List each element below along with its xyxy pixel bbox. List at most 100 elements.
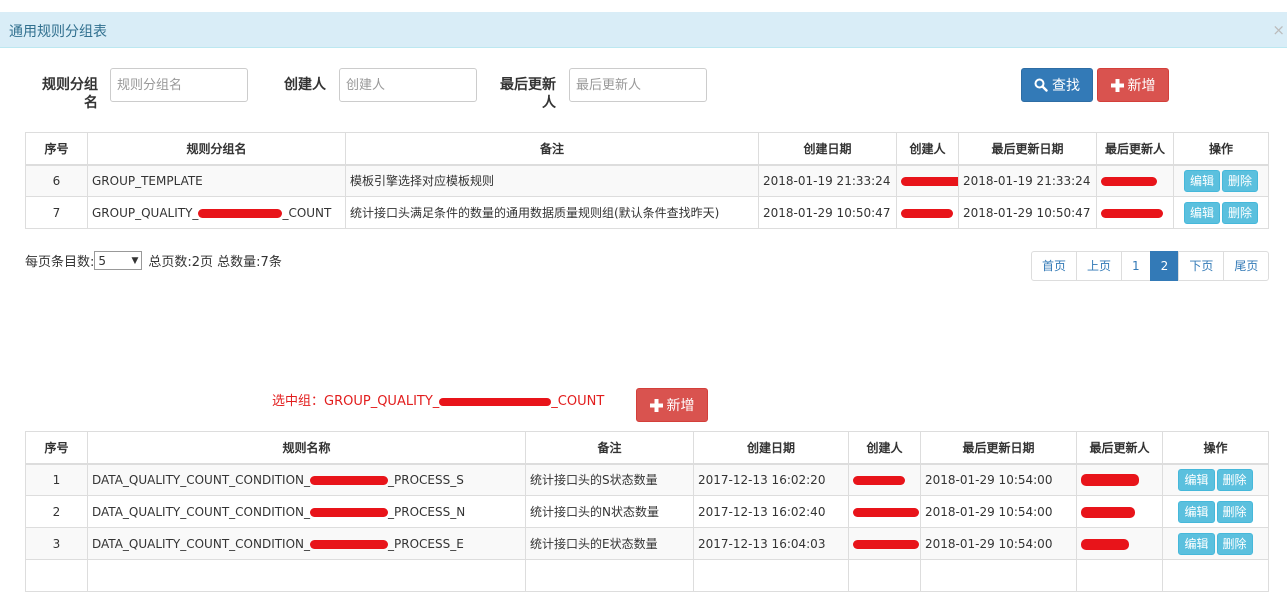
row-updated-date: 2018-01-19 21:33:24 <box>958 164 1097 197</box>
creator-input[interactable] <box>339 68 477 102</box>
redaction-mark <box>1081 474 1139 487</box>
row-creator <box>848 527 921 560</box>
page-1[interactable]: 1 <box>1121 251 1151 281</box>
row-creator <box>848 495 921 528</box>
row-creator <box>848 463 921 496</box>
delete-button[interactable]: 删除 <box>1216 468 1253 491</box>
row-updater <box>1096 196 1174 229</box>
row-created-date: 2017-12-13 16:02:40 <box>693 495 849 528</box>
panel-header: 通用规则分组表 × <box>0 12 1287 48</box>
page-last[interactable]: 尾页 <box>1223 251 1270 281</box>
plus-icon <box>1110 78 1124 92</box>
row-created-date: 2018-01-19 21:33:24 <box>758 164 897 197</box>
updater-label: 最后更新人 <box>500 77 556 111</box>
row-creator <box>896 196 959 229</box>
search-button-label: 查找 <box>1052 78 1080 94</box>
plus-icon <box>649 398 663 412</box>
col-index: 序号 <box>25 431 88 465</box>
col-rule-name: 规则名称 <box>87 431 526 465</box>
page-2[interactable]: 2 <box>1149 251 1180 281</box>
search-button[interactable]: 查找 <box>1021 68 1093 102</box>
search-icon <box>1034 78 1048 92</box>
redaction-mark <box>310 475 389 485</box>
redaction-mark <box>439 397 552 406</box>
delete-button[interactable]: 删除 <box>1216 532 1253 555</box>
rule-name-suffix: _PROCESS_N <box>388 504 466 519</box>
add-rule-button[interactable]: 新增 <box>636 388 708 422</box>
row-index: 2 <box>25 495 88 528</box>
edit-button[interactable]: 编辑 <box>1178 532 1215 555</box>
rule-name-prefix: DATA_QUALITY_COUNT_CONDITION_ <box>92 536 311 551</box>
col-creator: 创建人 <box>896 132 959 166</box>
updater-input[interactable] <box>569 68 707 102</box>
row-index: 1 <box>25 463 88 496</box>
group-table: 序号 规则分组名 备注 创建日期 创建人 最后更新日期 最后更新人 操作 6 G… <box>25 132 1269 229</box>
rule-table: 序号 规则名称 备注 创建日期 创建人 最后更新日期 最后更新人 操作 1 DA… <box>25 431 1269 592</box>
panel-title: 通用规则分组表 <box>9 24 107 40</box>
edit-button[interactable]: 编辑 <box>1183 169 1220 192</box>
rule-name-prefix: DATA_QUALITY_COUNT_CONDITION_ <box>92 472 311 487</box>
page-next[interactable]: 下页 <box>1178 251 1225 281</box>
row-actions: 编辑 删除 <box>1162 495 1269 528</box>
row-updated-date: 2018-01-29 10:50:47 <box>958 196 1097 229</box>
row-updater <box>1076 527 1163 560</box>
row-updated-date: 2018-01-29 10:54:00 <box>920 527 1077 560</box>
col-index: 序号 <box>25 132 88 166</box>
group-name-label: 规则分组名 <box>42 77 98 111</box>
table-row[interactable]: 7 GROUP_QUALITY_ _COUNT 统计接口头满足条件的数量的通用数据… <box>25 196 1269 229</box>
col-group-name: 规则分组名 <box>87 132 346 166</box>
rule-name-prefix: DATA_QUALITY_COUNT_CONDITION_ <box>92 504 311 519</box>
group-name-suffix: _COUNT <box>282 205 332 220</box>
row-actions: 编辑 删除 <box>1173 164 1269 197</box>
edit-button[interactable]: 编辑 <box>1183 201 1220 224</box>
redaction-mark <box>853 507 919 517</box>
group-name-input[interactable] <box>110 68 248 102</box>
delete-button[interactable]: 删除 <box>1216 500 1253 523</box>
col-updater: 最后更新人 <box>1076 431 1163 465</box>
row-created-date: 2017-12-13 16:02:20 <box>693 463 849 496</box>
redaction-mark <box>1081 538 1129 550</box>
table-row[interactable]: 6 GROUP_TEMPLATE 模板引擎选择对应模板规则 2018-01-19… <box>25 164 1269 197</box>
row-rule-name: DATA_QUALITY_COUNT_CONDITION_ _PROCESS_E <box>87 527 526 560</box>
redaction-mark <box>901 208 953 218</box>
row-remark: 统计接口头的S状态数量 <box>525 463 694 496</box>
per-page-label: 每页条目数: <box>25 255 95 270</box>
page-prev[interactable]: 上页 <box>1076 251 1123 281</box>
table-row[interactable]: 2 DATA_QUALITY_COUNT_CONDITION_ _PROCESS_… <box>25 495 1269 528</box>
selected-group-label: 选中组：GROUP_QUALITY_ _COUNT <box>272 390 604 409</box>
close-icon[interactable]: × <box>1272 21 1285 39</box>
page-first[interactable]: 首页 <box>1031 251 1078 281</box>
group-table-header: 序号 规则分组名 备注 创建日期 创建人 最后更新日期 最后更新人 操作 <box>25 132 1269 166</box>
row-remark: 统计接口头的E状态数量 <box>525 527 694 560</box>
col-actions: 操作 <box>1162 431 1269 465</box>
row-creator <box>896 164 959 197</box>
delete-button[interactable]: 删除 <box>1222 169 1259 192</box>
table-row[interactable]: 1 DATA_QUALITY_COUNT_CONDITION_ _PROCESS_… <box>25 463 1269 496</box>
row-rule-name: DATA_QUALITY_COUNT_CONDITION_ _PROCESS_N <box>87 495 526 528</box>
chevron-down-icon: ▼ <box>131 255 139 266</box>
row-actions: 编辑 删除 <box>1162 463 1269 496</box>
row-remark: 统计接口头的N状态数量 <box>525 495 694 528</box>
row-updater <box>1076 463 1163 496</box>
col-remark: 备注 <box>345 132 759 166</box>
redaction-mark <box>1081 506 1135 518</box>
delete-button[interactable]: 删除 <box>1222 201 1259 224</box>
add-group-button-label: 新增 <box>1127 78 1156 94</box>
col-actions: 操作 <box>1173 132 1269 166</box>
per-page-select[interactable]: 5 ▼ <box>94 251 143 270</box>
row-updater <box>1096 164 1174 197</box>
creator-label: 创建人 <box>284 77 326 93</box>
row-group-name: GROUP_QUALITY_ _COUNT <box>87 196 346 229</box>
pagination: 首页 上页 1 2 下页 尾页 <box>1031 251 1270 281</box>
edit-button[interactable]: 编辑 <box>1178 500 1215 523</box>
add-group-button[interactable]: 新增 <box>1097 68 1169 102</box>
row-remark: 模板引擎选择对应模板规则 <box>345 164 759 197</box>
table-row[interactable] <box>25 559 1269 592</box>
group-name-prefix: GROUP_QUALITY_ <box>92 205 199 220</box>
table-row[interactable]: 3 DATA_QUALITY_COUNT_CONDITION_ _PROCESS_… <box>25 527 1269 560</box>
row-index: 3 <box>25 527 88 560</box>
edit-button[interactable]: 编辑 <box>1178 468 1215 491</box>
row-index: 6 <box>25 164 88 197</box>
row-group-name: GROUP_TEMPLATE <box>87 164 346 197</box>
rule-name-suffix: _PROCESS_E <box>388 536 464 551</box>
